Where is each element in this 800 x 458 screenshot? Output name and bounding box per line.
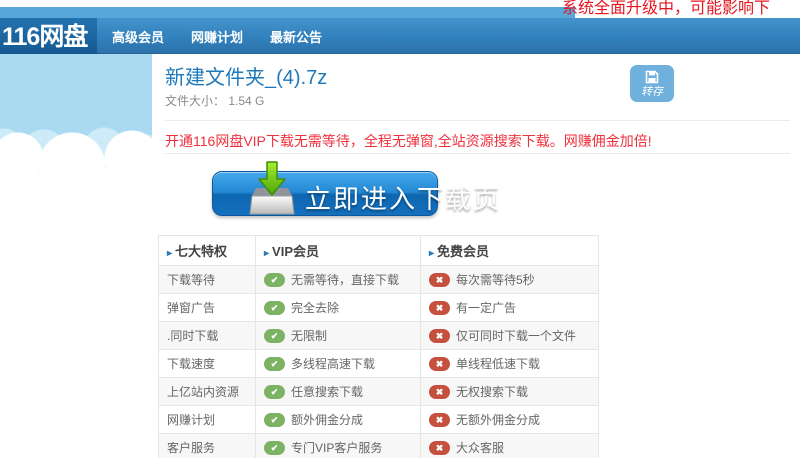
- vip-cell: ✔ 完全去除: [255, 293, 421, 322]
- file-name: 新建文件夹_(4).7z: [165, 67, 328, 89]
- table-row: 弹窗广告 ✔ 完全去除 ✖ 有一定广告: [158, 293, 599, 322]
- vip-text: 多线程高速下载: [291, 357, 376, 371]
- free-text: 无权搜索下载: [456, 385, 529, 399]
- table-row: 上亿站内资源 ✔ 任意搜索下载 ✖ 无权搜索下载: [158, 377, 599, 406]
- check-icon: ✔: [264, 384, 285, 399]
- free-text: 大众客服: [456, 441, 505, 455]
- top-strip: [0, 7, 575, 18]
- free-cell: ✖ 无额外佣金分成: [420, 405, 599, 434]
- table-row: .同时下载 ✔ 无限制 ✖ 仅可同时下载一个文件: [158, 321, 599, 350]
- table-header-1: ▸ 七大特权: [158, 235, 256, 266]
- vip-text: 额外佣金分成: [291, 413, 364, 427]
- vip-text: 任意搜索下载: [291, 385, 364, 399]
- system-notice: 系统全面升级中，可能影响下: [562, 0, 771, 17]
- header-arrow-icon: ▸: [429, 248, 435, 259]
- main-content: 新建文件夹_(4).7z 文件大小： 1.54 G 转存 开通116网盘VIP下…: [152, 54, 800, 458]
- divider: [165, 153, 790, 154]
- page: 系统全面升级中，可能影响下 116网盘 高级会员 网赚计划 最新公告 新建文件夹_(…: [0, 0, 800, 458]
- header-arrow-icon: ▸: [167, 248, 173, 259]
- feature-cell: 下载速度: [158, 349, 256, 378]
- vip-text: 无限制: [291, 329, 328, 343]
- file-size: 文件大小： 1.54 G: [165, 94, 800, 108]
- cross-icon: ✖: [429, 356, 450, 371]
- vip-cell: ✔ 无需等待，直接下载: [255, 265, 421, 294]
- check-icon: ✔: [264, 440, 285, 455]
- sky-background: [0, 54, 152, 458]
- free-text: 有一定广告: [456, 301, 517, 315]
- vip-cell: ✔ 多线程高速下载: [255, 349, 421, 378]
- feature-cell: 下载等待: [158, 265, 256, 294]
- check-icon: ✔: [264, 412, 285, 427]
- navbar: 116网盘 高级会员 网赚计划 最新公告: [0, 18, 800, 58]
- free-cell: ✖ 有一定广告: [420, 293, 599, 322]
- cross-icon: ✖: [429, 384, 450, 399]
- save-transfer-button[interactable]: 转存: [630, 65, 674, 102]
- nav-item-2[interactable]: 网赚计划: [191, 27, 243, 46]
- free-text: 每次需等待5秒: [456, 273, 535, 287]
- download-button[interactable]: 立即进入下载页: [212, 161, 499, 216]
- check-icon: ✔: [264, 328, 285, 343]
- site-logo[interactable]: 116网盘: [0, 18, 97, 58]
- save-button-label: 转存: [641, 86, 663, 98]
- feature-cell: 上亿站内资源: [158, 377, 256, 406]
- feature-cell: 弹窗广告: [158, 293, 256, 322]
- nav-item-3[interactable]: 最新公告: [270, 27, 322, 46]
- vip-cell: ✔ 无限制: [255, 321, 421, 350]
- check-icon: ✔: [264, 272, 285, 287]
- vip-text: 完全去除: [291, 301, 340, 315]
- download-button-label: 立即进入下载页: [305, 184, 502, 214]
- free-cell: ✖ 单线程低速下载: [420, 349, 599, 378]
- cross-icon: ✖: [429, 300, 450, 315]
- free-cell: ✖ 大众客服: [420, 433, 599, 458]
- vip-comparison-table: ▸ 七大特权 ▸ VIP会员 ▸ 免费会员下载等待 ✔ 无需等待，直接下载 ✖ 每次需等待5秒弹窗…: [158, 235, 599, 458]
- vip-text: 无需等待，直接下载: [291, 273, 400, 287]
- feature-cell: 客户服务: [158, 433, 256, 458]
- cross-icon: ✖: [429, 440, 450, 455]
- cross-icon: ✖: [429, 328, 450, 343]
- cross-icon: ✖: [429, 272, 450, 287]
- divider: [165, 120, 790, 121]
- table-header-3: ▸ 免费会员: [420, 235, 599, 266]
- free-cell: ✖ 每次需等待5秒: [420, 265, 599, 294]
- file-size-label: 文件大小：: [165, 94, 226, 108]
- free-text: 无额外佣金分成: [456, 413, 541, 427]
- table-row: 下载等待 ✔ 无需等待，直接下载 ✖ 每次需等待5秒: [158, 265, 599, 294]
- nav-menu: 高级会员 网赚计划 最新公告: [112, 18, 322, 54]
- feature-cell: .同时下载: [158, 321, 256, 350]
- table-row: 网赚计划 ✔ 额外佣金分成 ✖ 无额外佣金分成: [158, 405, 599, 434]
- nav-item-1[interactable]: 高级会员: [112, 27, 164, 46]
- free-text: 单线程低速下载: [456, 357, 541, 371]
- header-arrow-icon: ▸: [264, 248, 270, 259]
- vip-cell: ✔ 专门VIP客户服务: [255, 433, 421, 458]
- vip-cell: ✔ 任意搜索下载: [255, 377, 421, 406]
- floppy-disk-icon: [644, 69, 660, 85]
- vip-cell: ✔ 额外佣金分成: [255, 405, 421, 434]
- cross-icon: ✖: [429, 412, 450, 427]
- check-icon: ✔: [264, 356, 285, 371]
- feature-cell: 网赚计划: [158, 405, 256, 434]
- download-arrow-icon: [249, 159, 295, 217]
- table-row: 客户服务 ✔ 专门VIP客户服务 ✖ 大众客服: [158, 433, 599, 458]
- check-icon: ✔: [264, 300, 285, 315]
- free-cell: ✖ 仅可同时下载一个文件: [420, 321, 599, 350]
- free-cell: ✖ 无权搜索下载: [420, 377, 599, 406]
- free-text: 仅可同时下载一个文件: [456, 329, 577, 343]
- table-row: 下载速度 ✔ 多线程高速下载 ✖ 单线程低速下载: [158, 349, 599, 378]
- vip-promo-text: 开通116网盘VIP下载无需等待，全程无弹窗,全站资源搜索下载。网赚佣金加倍!: [165, 133, 652, 149]
- file-size-value: 1.54 G: [228, 94, 265, 108]
- table-header-2: ▸ VIP会员: [255, 235, 421, 266]
- vip-text: 专门VIP客户服务: [291, 441, 383, 455]
